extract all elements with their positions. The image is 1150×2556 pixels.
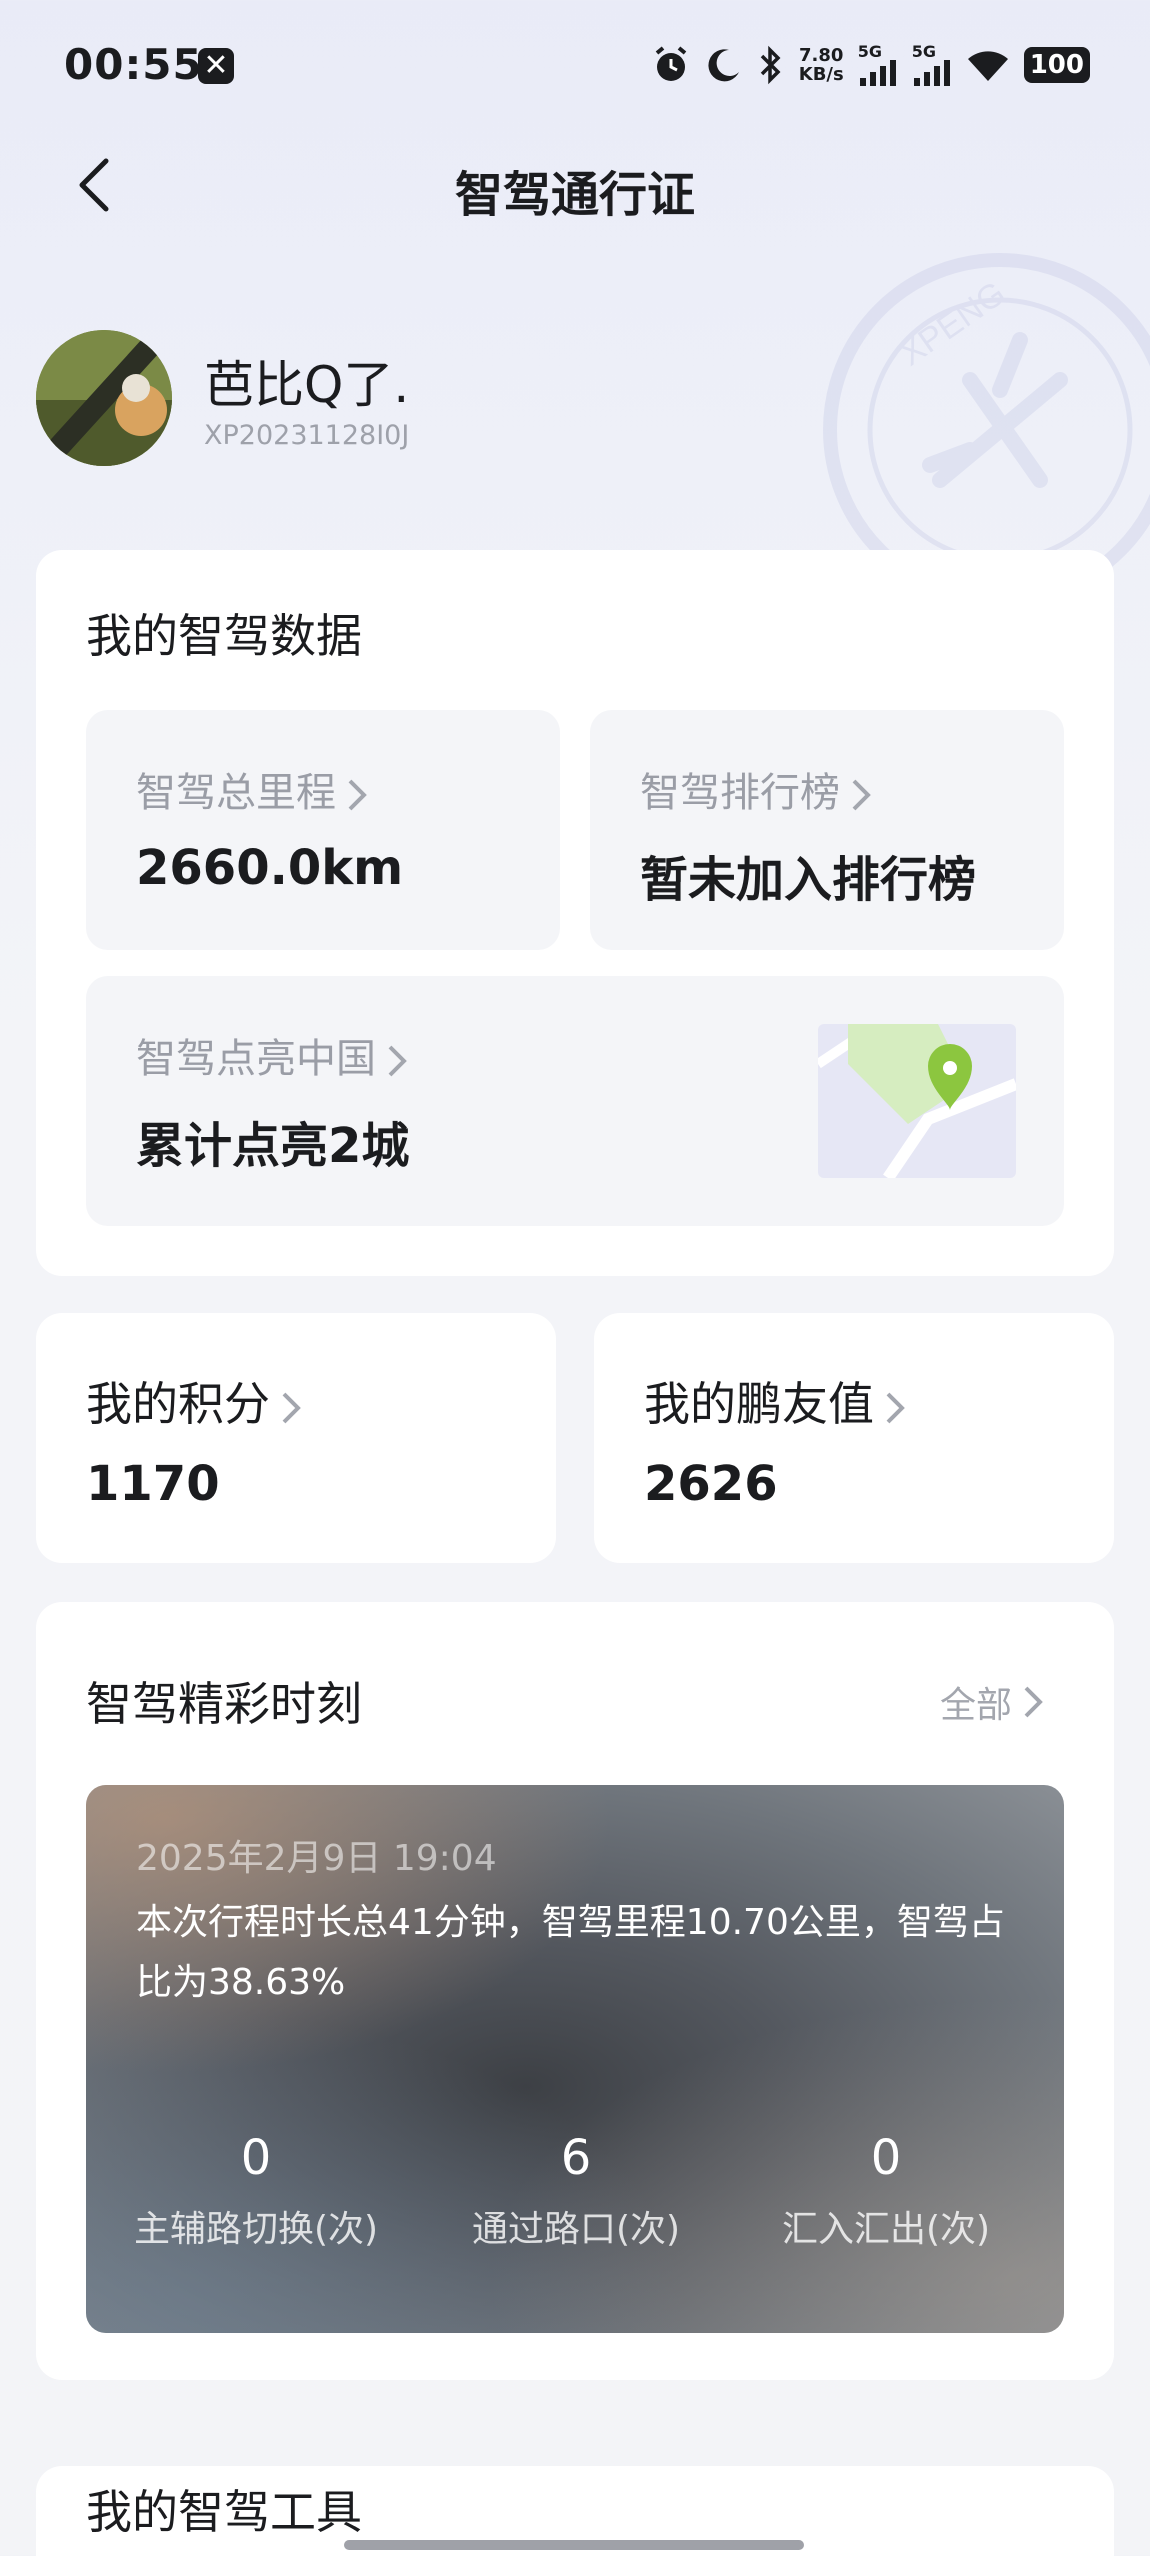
friend-value-value: 2626 — [644, 1456, 778, 1512]
user-id: XP20231128I0J — [204, 420, 410, 451]
moments-all-label: 全部 — [940, 1685, 1013, 1726]
moment-description: 本次行程时长总41分钟，智驾里程10.70公里，智驾占比为38.63% — [136, 1902, 1005, 2003]
status-icons: 7.80 KB/s 5G 5G 100 — [651, 40, 1090, 90]
moment-stat-label: 通过路口(次) — [471, 2209, 681, 2250]
avatar[interactable] — [36, 330, 172, 466]
friend-value-card[interactable]: 我的鹏友值 2626 — [594, 1313, 1114, 1563]
ranking-value: 暂未加入排行榜 — [640, 852, 977, 908]
points-value: 1170 — [86, 1456, 220, 1512]
chevron-right-icon — [282, 1392, 301, 1423]
moment-stat-label: 主辅路切换(次) — [133, 2209, 379, 2250]
wifi-icon — [967, 51, 1008, 81]
alarm-icon — [655, 46, 687, 81]
moment-stat: 0 汇入汇出(次) — [746, 2130, 1026, 2252]
mileage-value: 2660.0km — [136, 840, 404, 896]
user-name: 芭比Q了. — [204, 356, 410, 414]
bluetooth-icon — [760, 45, 781, 85]
chevron-right-icon — [852, 779, 871, 811]
home-indicator[interactable] — [344, 2540, 804, 2550]
ranking-tile[interactable]: 智驾排行榜 暂未加入排行榜 — [590, 710, 1064, 950]
chevron-right-icon — [388, 1045, 407, 1077]
mileage-tile[interactable]: 智驾总里程 2660.0km — [86, 710, 560, 950]
signal-sim2-icon: 5G — [912, 44, 952, 86]
driving-data-card: 我的智驾数据 智驾总里程 2660.0km 智驾排行榜 暂未加入排行榜 智驾点亮… — [36, 550, 1114, 1276]
ranking-label: 智驾排行榜 — [640, 770, 840, 816]
points-label: 我的积分 — [86, 1377, 270, 1431]
friend-value-label: 我的鹏友值 — [644, 1377, 874, 1431]
points-card[interactable]: 我的积分 1170 — [36, 1313, 556, 1563]
moment-stat-label: 汇入汇出(次) — [781, 2209, 991, 2250]
chevron-right-icon — [348, 779, 367, 811]
moon-icon — [708, 49, 739, 82]
chevron-right-icon — [886, 1392, 905, 1423]
moment-date: 2025年2月9日 19:04 — [136, 1838, 497, 1879]
notification-icon: ✕ — [198, 48, 234, 84]
moment-stat-value: 0 — [240, 2130, 272, 2186]
chevron-right-icon — [1024, 1686, 1043, 1718]
moment-item[interactable]: 2025年2月9日 19:04 本次行程时长总41分钟，智驾里程10.70公里，… — [86, 1785, 1064, 2333]
data-card-title: 我的智驾数据 — [86, 609, 362, 663]
status-time: 00:55 — [64, 40, 203, 89]
battery-icon: 100 — [1023, 47, 1090, 83]
moment-stat-value: 6 — [560, 2130, 592, 2186]
moments-all-link[interactable]: 全部 — [940, 1676, 1044, 1728]
cities-label: 智驾点亮中国 — [136, 1036, 376, 1082]
moment-stat: 6 通过路口(次) — [436, 2130, 716, 2252]
signal-sim1-icon: 5G — [858, 44, 898, 86]
cities-tile[interactable]: 智驾点亮中国 累计点亮2城 — [86, 976, 1064, 1226]
map-pin-icon — [818, 1024, 1016, 1178]
cities-value: 累计点亮2城 — [136, 1118, 410, 1174]
moments-title: 智驾精彩时刻 — [86, 1677, 362, 1731]
mileage-label: 智驾总里程 — [136, 770, 336, 816]
tools-title: 我的智驾工具 — [86, 2485, 362, 2539]
page-title: 智驾通行证 — [454, 167, 695, 223]
moment-stat: 0 主辅路切换(次) — [116, 2130, 396, 2252]
status-bar: 00:55 ✕ 7.80 KB/s 5G 5G 100 — [0, 0, 1150, 130]
moment-stat-value: 0 — [870, 2130, 902, 2186]
net-speed: 7.80 KB/s — [798, 45, 844, 85]
